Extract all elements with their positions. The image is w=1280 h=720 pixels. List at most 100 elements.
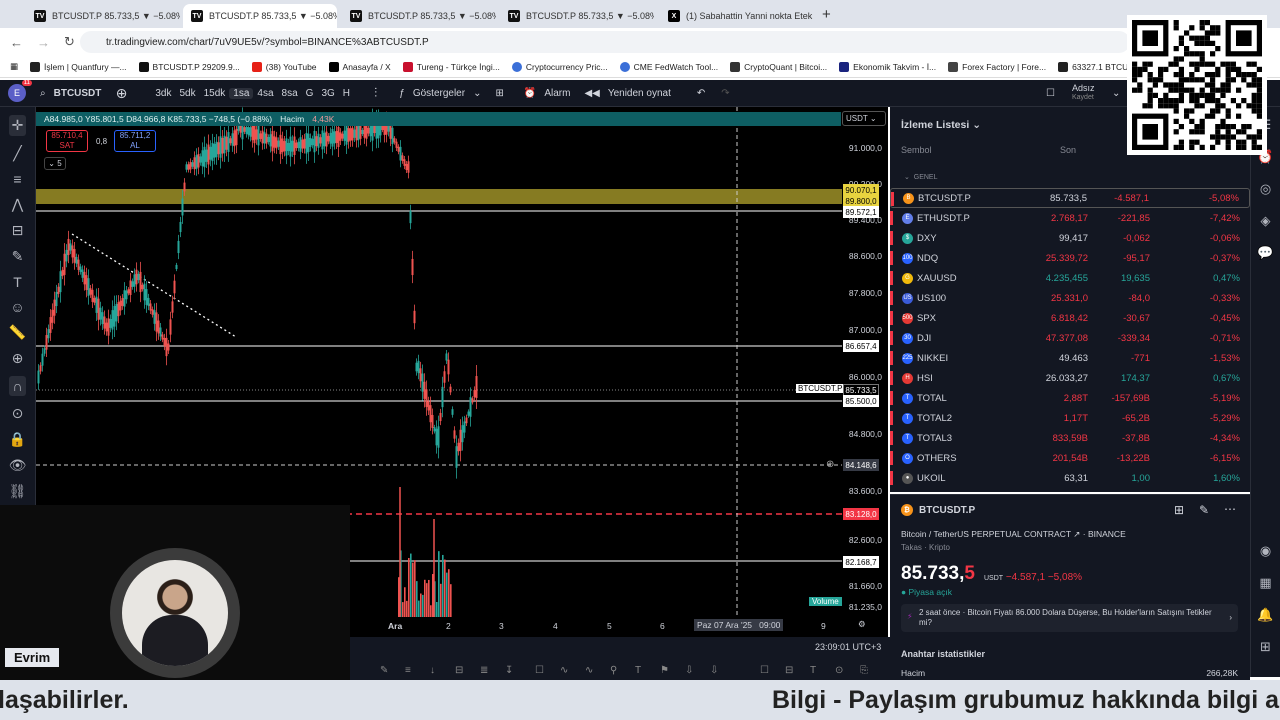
tool-icon[interactable]: ✎	[380, 665, 388, 676]
browser-tab[interactable]: X(1) Sabahattin Yanni nokta Etek✕	[660, 4, 814, 28]
reload-icon[interactable]: ↻	[64, 34, 75, 50]
tf-3dk[interactable]: 3dk	[151, 88, 175, 99]
new-tab-button[interactable]: +	[822, 6, 831, 23]
tf-15dk[interactable]: 15dk	[200, 88, 230, 99]
group-header[interactable]: ⌄ GENEL	[904, 173, 938, 181]
tool-icon[interactable]: T	[635, 665, 641, 676]
search-icon[interactable]: ⌕	[36, 88, 50, 99]
tool-icon[interactable]: ⎘	[860, 665, 868, 676]
settings-icon[interactable]: ⚙	[858, 619, 866, 630]
watchlist-row[interactable]: T TOTAL 2,88T -157,69B -5,19%	[890, 388, 1250, 408]
details-symbol[interactable]: ₿ BTCUSDT.P	[901, 504, 975, 516]
watchlist-title[interactable]: İzleme Listesi ⌄	[901, 119, 981, 131]
zoom-icon[interactable]: ⊕	[12, 350, 24, 367]
crosshair-icon[interactable]: ✛	[8, 115, 27, 136]
tool-icon[interactable]: ⊟	[455, 665, 463, 676]
bookmark[interactable]: Forex Factory | Fore...	[948, 61, 1046, 72]
alarm-icon[interactable]: ⏰	[520, 88, 540, 99]
watchlist-row[interactable]: G XAUUSD 4.235,455 19,635 0,47%	[890, 268, 1250, 288]
indicators-icon[interactable]: ƒ	[395, 88, 409, 99]
more-icon[interactable]: ⋯	[1224, 502, 1236, 516]
trendline-icon[interactable]: ╱	[13, 145, 21, 162]
browser-tab[interactable]: TVBTCUSDT.P 85.733,5 ▼ −5.08%✕	[342, 4, 496, 28]
bookmark[interactable]: Tureng - Türkçe İngi...	[402, 61, 500, 72]
back-icon[interactable]: ←	[10, 35, 23, 50]
chevron-down-icon[interactable]: ⌄	[469, 88, 485, 99]
lock-icon[interactable]: 🔒	[9, 431, 26, 448]
tool-icon[interactable]: ≣	[480, 665, 488, 676]
emoji-icon[interactable]: ☺	[10, 299, 24, 315]
edit-icon[interactable]: ✎	[1199, 503, 1209, 517]
projection-icon[interactable]: ⊟	[12, 222, 24, 239]
watchlist-row[interactable]: 30 DJI 47.377,08 -339,34 -0,71%	[890, 328, 1250, 348]
forward-icon[interactable]: →	[37, 35, 50, 50]
tool-icon[interactable]: T	[810, 665, 816, 676]
tool-icon[interactable]: ☐	[535, 665, 544, 676]
indicator-collapse-button[interactable]: ⌄ 5	[44, 157, 66, 170]
tool-icon[interactable]: ≡	[405, 665, 411, 676]
bookmark[interactable]: BTCUSDT.P 29209.9...	[138, 61, 240, 72]
tool-icon[interactable]: ⊙	[835, 665, 843, 676]
tf-4sa[interactable]: 4sa	[253, 88, 277, 99]
layout-icon[interactable]: ⊞	[491, 88, 507, 99]
text-icon[interactable]: T	[13, 274, 22, 290]
watchlist-row[interactable]: E ETHUSDT.P 2.768,17 -221,85 -7,42%	[890, 208, 1250, 228]
bookmark[interactable]: İşlem | Quantfury —...	[30, 61, 127, 72]
indicators-button[interactable]: Göstergeler	[409, 88, 469, 99]
tf-3g[interactable]: 3G	[317, 88, 338, 99]
bookmark[interactable]: Cryptocurrency Pric...	[511, 61, 608, 72]
data-window-icon[interactable]: ◎	[1260, 181, 1271, 197]
save-layout[interactable]: Adsız Kaydet	[1072, 84, 1095, 102]
url-field[interactable]: tr.tradingview.com/chart/7uV9UE5v/?symbo…	[80, 31, 1130, 53]
bookmark[interactable]: Ekonomik Takvim - İ...	[839, 61, 936, 72]
symbol-search[interactable]: BTCUSDT	[50, 88, 112, 99]
watchlist-row[interactable]: US US100 25.331,0 -84,0 -0,33%	[890, 288, 1250, 308]
watchlist-row[interactable]: $ DXY 99,417 -0,062 -0,06%	[890, 228, 1250, 248]
watchlist-row[interactable]: 500 SPX 6.818,42 -30,67 -0,45%	[890, 308, 1250, 328]
column-header-last[interactable]: Son	[1060, 145, 1076, 155]
add-alert-icon[interactable]: ⊕	[826, 459, 834, 470]
currency-select[interactable]: USDT ⌄	[842, 111, 886, 126]
tool-icon[interactable]: ⊟	[785, 665, 793, 676]
lock-drawing-icon[interactable]: ⊙	[12, 405, 24, 422]
calendar-icon[interactable]: ▦	[1259, 575, 1271, 591]
layout-square-icon[interactable]: ☐	[1042, 88, 1059, 99]
tf-g[interactable]: G	[302, 88, 318, 99]
magnet-icon[interactable]: ∩	[9, 376, 26, 396]
tool-icon[interactable]: ⚲	[610, 665, 617, 676]
sell-button[interactable]: 85.710,4 SAT	[46, 130, 88, 152]
browser-tab[interactable]: TVBTCUSDT.P 85.733,5 ▼ −5.08%✕	[500, 4, 654, 28]
watchlist-row[interactable]: T TOTAL2 1,17T -65,2B -5,29%	[890, 408, 1250, 428]
redo-icon[interactable]: ↷	[717, 88, 733, 99]
watchlist-row[interactable]: O OTHERS 201,54B -13,22B -6,15%	[890, 448, 1250, 468]
bookmark[interactable]: Anasayfa / X	[328, 61, 391, 72]
link-icon[interactable]: ⛓	[9, 483, 27, 500]
tool-icon[interactable]: ∿	[560, 665, 568, 676]
fib-icon[interactable]: ≡	[13, 171, 21, 187]
replay-icon[interactable]: ◀◀	[580, 88, 603, 99]
bookmark[interactable]: (38) YouTube	[251, 61, 317, 72]
news-item[interactable]: ⚡ 2 saat önce · Bitcoin Fiyatı 86.000 Dol…	[901, 604, 1238, 632]
watchlist-row[interactable]: 100 NDQ 25.339,72 -95,17 -0,37%	[890, 248, 1250, 268]
watchlist-row[interactable]: T TOTAL3 833,59B -37,8B -4,34%	[890, 428, 1250, 448]
apps-icon[interactable]: ▦	[10, 61, 18, 72]
chevron-down-icon[interactable]: ⌄	[1108, 88, 1124, 99]
undo-icon[interactable]: ↶	[693, 88, 709, 99]
chat-icon[interactable]: 💬	[1257, 245, 1273, 261]
notification-icon[interactable]: 🔔	[1257, 607, 1273, 623]
candle-type-icon[interactable]: ⫶	[370, 85, 381, 101]
grid-layout-icon[interactable]: ⊞	[1174, 503, 1184, 517]
watchlist-row[interactable]: 225 NIKKEI 49.463 -771 -1,53%	[890, 348, 1250, 368]
replay-button[interactable]: Yeniden oynat	[604, 88, 675, 99]
tool-icon[interactable]: ↧	[505, 665, 513, 676]
pattern-icon[interactable]: ⋀	[12, 196, 23, 213]
target-icon[interactable]: ◉	[1260, 543, 1271, 559]
bookmark[interactable]: CME FedWatch Tool...	[619, 61, 718, 72]
watchlist-row[interactable]: H HSI 26.033,27 174,37 0,67%	[890, 368, 1250, 388]
tool-icon[interactable]: ⇩	[685, 665, 693, 676]
tf-5dk[interactable]: 5dk	[175, 88, 199, 99]
tool-icon[interactable]: ∿	[585, 665, 593, 676]
add-symbol-icon[interactable]: ⊕	[112, 85, 132, 102]
browser-tab[interactable]: TVBTCUSDT.P 85.733,5 ▼ −5.08%✕	[26, 4, 180, 28]
layers-icon[interactable]: ◈	[1261, 213, 1271, 229]
